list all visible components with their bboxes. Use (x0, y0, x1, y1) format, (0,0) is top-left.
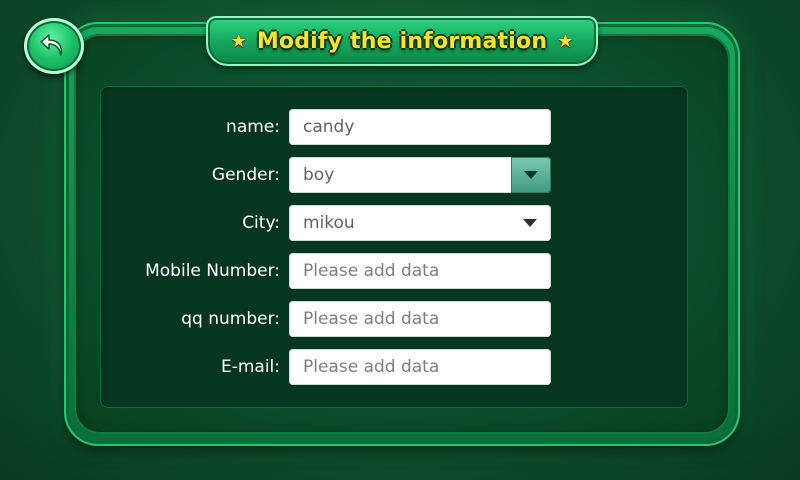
back-button[interactable] (24, 18, 84, 74)
qq-input[interactable] (289, 301, 551, 337)
email-input[interactable] (289, 349, 551, 385)
form-row-email: E-mail: (100, 348, 688, 386)
form-row-name: name: (100, 108, 688, 146)
chevron-down-icon (524, 171, 538, 179)
city-select[interactable]: mikou (289, 205, 551, 241)
gender-select[interactable]: boy (289, 157, 551, 193)
form-container: name: Gender: boy City: mikou Mobile Num… (100, 86, 688, 408)
form-row-city: City: mikou (100, 204, 688, 242)
email-field-box (289, 349, 551, 385)
form-row-qq: qq number: (100, 300, 688, 338)
name-label: name: (226, 117, 280, 137)
name-field-box (289, 109, 551, 145)
gender-label: Gender: (211, 165, 280, 185)
mobile-input[interactable] (289, 253, 551, 289)
city-value: mikou (303, 213, 355, 233)
gender-value: boy (303, 165, 335, 185)
form-row-mobile: Mobile Number: (100, 252, 688, 290)
mobile-label: Mobile Number: (145, 261, 280, 281)
page-title: Modify the information (256, 28, 548, 54)
back-arrow-icon (40, 34, 63, 56)
gender-dropdown-button[interactable] (511, 157, 551, 193)
mobile-field-box (289, 253, 551, 289)
qq-label: qq number: (181, 309, 280, 329)
star-icon-left: ★ (230, 30, 247, 52)
star-icon-right: ★ (557, 30, 574, 52)
city-label: City: (242, 213, 280, 233)
title-banner: ★ Modify the information ★ (206, 16, 598, 66)
chevron-down-icon (523, 219, 537, 227)
email-label: E-mail: (220, 357, 280, 377)
form-row-gender: Gender: boy (100, 156, 688, 194)
qq-field-box (289, 301, 551, 337)
name-input[interactable] (289, 109, 551, 145)
